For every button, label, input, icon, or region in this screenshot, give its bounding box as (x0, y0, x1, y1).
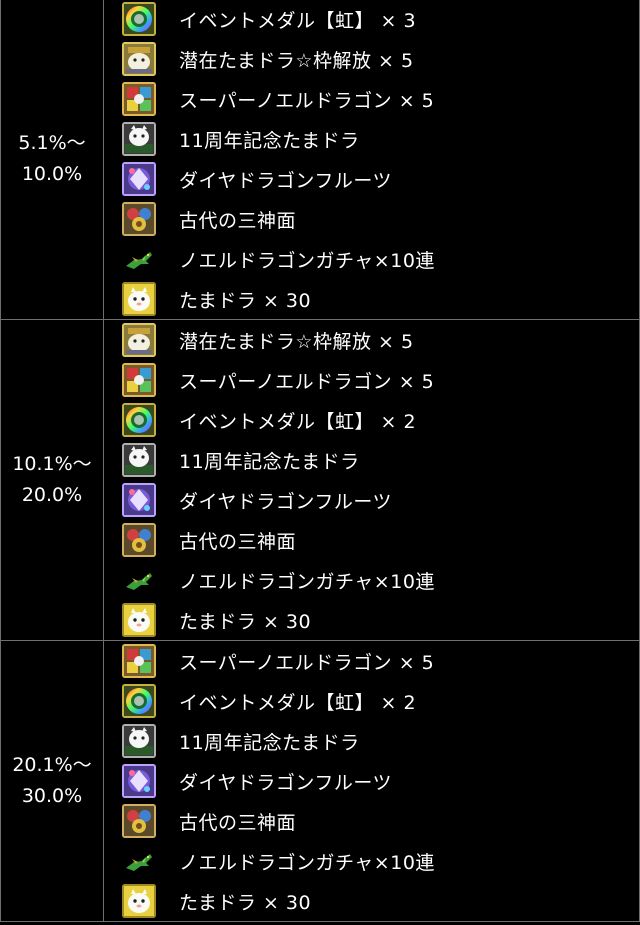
tier-range: 10.1%〜 20.0% (0, 319, 104, 641)
noel-gacha-dragon-icon (122, 563, 156, 597)
super-noel-dragon-icon (122, 82, 156, 116)
tier-range: 5.1%〜 10.0% (0, 0, 104, 320)
tamadra-icon (122, 884, 156, 918)
reward-item-label: ダイヤドラゴンフルーツ (179, 490, 392, 513)
reward-item-label: たまドラ × 30 (179, 289, 312, 312)
rainbow-medal-icon (122, 684, 156, 718)
tier-range-start: 10.1%〜 (12, 453, 92, 475)
reward-table: 5.1%〜 10.0% イベントメダル【虹】 × 3 潜在たまドラ☆枠解放 × 5… (0, 0, 640, 922)
reward-item-label: スーパーノエルドラゴン × 5 (179, 370, 435, 393)
reward-item: スーパーノエルドラゴン × 5 (104, 79, 639, 119)
rainbow-medal-icon (122, 403, 156, 437)
reward-item-label: たまドラ × 30 (179, 610, 312, 633)
reward-item: 潜在たまドラ☆枠解放 × 5 (104, 39, 639, 79)
reward-item: ノエルドラゴンガチャ×10連 (104, 239, 639, 279)
reward-item-label: ダイヤドラゴンフルーツ (179, 169, 392, 192)
reward-item: イベントメダル【虹】 × 2 (104, 681, 639, 721)
reward-item: ダイヤドラゴンフルーツ (104, 480, 639, 520)
tier-row: 10.1%〜 20.0% 潜在たまドラ☆枠解放 × 5 スーパーノエルドラゴン ×… (0, 319, 640, 641)
reward-item-label: 11周年記念たまドラ (179, 129, 360, 152)
tier-items: スーパーノエルドラゴン × 5 イベントメダル【虹】 × 2 11周年記念たまドラダ… (103, 640, 640, 922)
reward-item-label: スーパーノエルドラゴン × 5 (179, 651, 435, 674)
reward-item-label: 古代の三神面 (179, 530, 297, 553)
reward-item: 古代の三神面 (104, 520, 639, 560)
tier-range-start: 5.1%〜 (18, 132, 86, 154)
tier-range-start: 20.1%〜 (12, 754, 92, 776)
tier-range: 20.1%〜 30.0% (0, 640, 104, 922)
noel-gacha-dragon-icon (122, 844, 156, 878)
tier-items: 潜在たまドラ☆枠解放 × 5 スーパーノエルドラゴン × 5 イベントメダル【虹】 … (103, 319, 640, 641)
reward-item: たまドラ × 30 (104, 600, 639, 640)
reward-item: たまドラ × 30 (104, 279, 639, 319)
latent-tamadra-icon (122, 42, 156, 76)
reward-item-label: 古代の三神面 (179, 209, 297, 232)
reward-item: 古代の三神面 (104, 199, 639, 239)
tamadra-icon (122, 603, 156, 637)
ancient-mask-icon (122, 202, 156, 236)
tier-range-end: 20.0% (21, 484, 83, 506)
reward-item: ノエルドラゴンガチャ×10連 (104, 841, 639, 881)
reward-item-label: イベントメダル【虹】 × 2 (179, 410, 417, 433)
super-noel-dragon-icon (122, 363, 156, 397)
reward-item-label: ノエルドラゴンガチャ×10連 (179, 249, 435, 272)
reward-item-label: ノエルドラゴンガチャ×10連 (179, 570, 435, 593)
diamond-dragon-fruit-icon (122, 764, 156, 798)
tier-row: 5.1%〜 10.0% イベントメダル【虹】 × 3 潜在たまドラ☆枠解放 × 5… (0, 0, 640, 320)
super-noel-dragon-icon (122, 644, 156, 678)
reward-item-label: 11周年記念たまドラ (179, 731, 360, 754)
reward-item: 古代の三神面 (104, 801, 639, 841)
reward-item: スーパーノエルドラゴン × 5 (104, 360, 639, 400)
reward-item: 潜在たまドラ☆枠解放 × 5 (104, 320, 639, 360)
tier-items: イベントメダル【虹】 × 3 潜在たまドラ☆枠解放 × 5 スーパーノエルドラゴン … (103, 0, 640, 320)
reward-item: ノエルドラゴンガチャ×10連 (104, 560, 639, 600)
reward-item: ダイヤドラゴンフルーツ (104, 159, 639, 199)
ancient-mask-icon (122, 804, 156, 838)
anniversary-tamadra-icon (122, 443, 156, 477)
reward-item-label: イベントメダル【虹】 × 3 (179, 9, 417, 32)
anniversary-tamadra-icon (122, 122, 156, 156)
anniversary-tamadra-icon (122, 724, 156, 758)
reward-item: スーパーノエルドラゴン × 5 (104, 641, 639, 681)
diamond-dragon-fruit-icon (122, 162, 156, 196)
tamadra-icon (122, 282, 156, 316)
tier-range-end: 30.0% (21, 785, 83, 807)
reward-item-label: 11周年記念たまドラ (179, 450, 360, 473)
reward-item-label: 潜在たまドラ☆枠解放 × 5 (179, 49, 414, 72)
reward-item-label: たまドラ × 30 (179, 891, 312, 914)
latent-tamadra-icon (122, 323, 156, 357)
reward-item-label: スーパーノエルドラゴン × 5 (179, 89, 435, 112)
reward-item: イベントメダル【虹】 × 2 (104, 400, 639, 440)
reward-item-label: イベントメダル【虹】 × 2 (179, 691, 417, 714)
reward-item: ダイヤドラゴンフルーツ (104, 761, 639, 801)
reward-item-label: ノエルドラゴンガチャ×10連 (179, 851, 435, 874)
ancient-mask-icon (122, 523, 156, 557)
reward-item: 11周年記念たまドラ (104, 119, 639, 159)
rainbow-medal-icon (122, 2, 156, 36)
reward-item: イベントメダル【虹】 × 3 (104, 0, 639, 39)
reward-item: 11周年記念たまドラ (104, 721, 639, 761)
noel-gacha-dragon-icon (122, 242, 156, 276)
reward-item-label: ダイヤドラゴンフルーツ (179, 771, 392, 794)
reward-item-label: 潜在たまドラ☆枠解放 × 5 (179, 330, 414, 353)
diamond-dragon-fruit-icon (122, 483, 156, 517)
reward-item-label: 古代の三神面 (179, 811, 297, 834)
tier-range-end: 10.0% (21, 163, 83, 185)
reward-item: たまドラ × 30 (104, 881, 639, 921)
reward-item: 11周年記念たまドラ (104, 440, 639, 480)
tier-row: 20.1%〜 30.0% スーパーノエルドラゴン × 5 イベントメダル【虹】 ×… (0, 640, 640, 922)
